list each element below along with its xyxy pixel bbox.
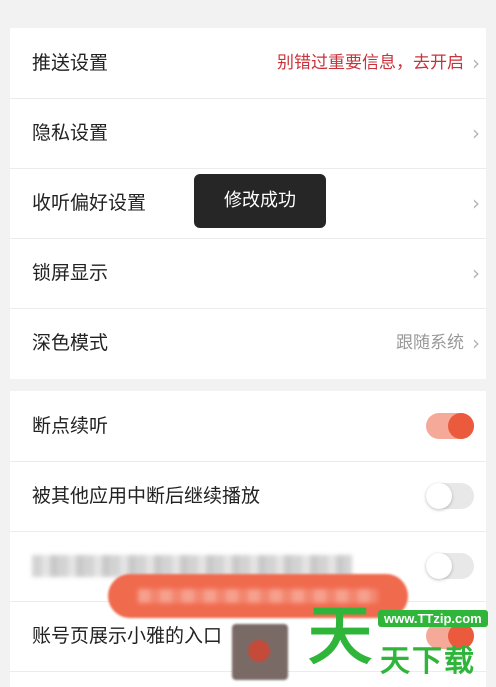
blurred-setting-toggle[interactable] [426,553,474,579]
row-dark-mode[interactable]: 深色模式 跟随系统 › [10,308,486,378]
top-gap [0,0,496,28]
row-label: 隐私设置 [32,122,109,144]
row-label: 断点续听 [32,415,109,437]
resume-after-interrupt-toggle[interactable] [426,483,474,509]
row-push-settings[interactable]: 推送设置 别错过重要信息，去开启 › [10,28,486,99]
watermark-text: 天下载 [380,644,476,679]
push-hint-text: 别错过重要信息，去开启 [277,53,464,73]
row-resume-after-interrupt: 被其他应用中断后继续播放 [10,461,486,532]
dark-mode-value: 跟随系统 [396,333,464,353]
chevron-right-icon: › [472,121,480,145]
row-label: 被其他应用中断后继续播放 [32,485,261,507]
chevron-right-icon: › [472,261,480,285]
row-label: 收听偏好设置 [32,192,147,214]
row-resume-listening: 断点续听 [10,391,486,462]
row-label: 推送设置 [32,52,109,74]
site-watermark: 天 www.TTzip.com 天下载 [308,598,496,687]
resume-listening-toggle[interactable] [426,413,474,439]
toast-message: 修改成功 [194,174,326,228]
row-label: 锁屏显示 [32,262,109,284]
row-privacy-settings[interactable]: 隐私设置 › [10,98,486,169]
watermark-logo: 天 [308,600,372,674]
watermark-url: www.TTzip.com [378,610,488,627]
blurred-avatar [232,624,288,680]
row-lockscreen-display[interactable]: 锁屏显示 › [10,238,486,309]
row-label: 深色模式 [32,332,109,354]
chevron-right-icon: › [472,51,480,75]
chevron-right-icon: › [472,331,480,355]
chevron-right-icon: › [472,191,480,215]
